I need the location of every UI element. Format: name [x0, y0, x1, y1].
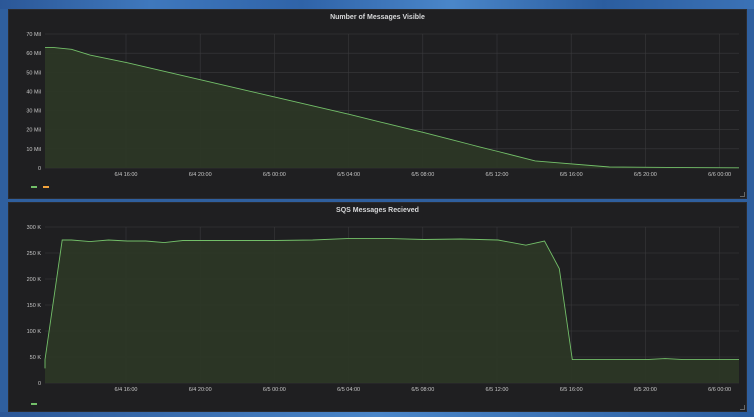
dashboard-top-strip: [0, 0, 754, 9]
x-tick-label: 6/5 04:00: [337, 387, 360, 393]
x-tick-label: 6/4 16:00: [115, 387, 138, 393]
x-tick-label: 6/5 12:00: [486, 172, 509, 178]
x-tick-label: 6/5 08:00: [411, 172, 434, 178]
y-tick-label: 50 K: [30, 355, 42, 361]
y-tick-label: 0: [38, 166, 41, 172]
x-tick-label: 6/5 12:00: [486, 387, 509, 393]
legend-swatch-series[interactable]: [43, 186, 49, 188]
x-tick-label: 6/5 16:00: [560, 387, 583, 393]
legend-swatch-series[interactable]: [31, 403, 37, 405]
y-tick-label: 250 K: [27, 251, 42, 257]
panel-sqs-messages-received[interactable]: SQS Messages Recieved 0 50 K 100 K 150 K 200…: [8, 202, 747, 412]
y-tick-label: 30 Mil: [26, 109, 41, 115]
dashboard-bottom-strip: [0, 412, 754, 417]
x-tick-label: 6/4 20:00: [189, 387, 212, 393]
series-area: [45, 47, 739, 168]
y-tick-label: 100 K: [27, 329, 42, 335]
y-tick-label: 60 Mil: [26, 51, 41, 57]
y-tick-label: 300 K: [27, 225, 42, 231]
sqs-messages-received-chart: 0 50 K 100 K 150 K 200 K 250 K 300 K 6/4 16:00 6…: [27, 225, 739, 393]
y-tick-label: 10 Mil: [26, 147, 41, 153]
x-tick-label: 6/5 08:00: [411, 387, 434, 393]
legend: [31, 186, 49, 188]
y-tick-label: 0: [38, 381, 41, 387]
y-tick-label: 40 Mil: [26, 89, 41, 95]
y-tick-label: 200 K: [27, 277, 42, 283]
legend-swatch-series[interactable]: [31, 186, 37, 188]
x-tick-label: 6/4 16:00: [115, 172, 138, 178]
x-tick-label: 6/6 00:00: [708, 387, 731, 393]
x-tick-label: 6/6 00:00: [708, 172, 731, 178]
y-tick-label: 70 Mil: [26, 32, 41, 38]
series-area: [45, 238, 739, 383]
x-tick-label: 6/5 00:00: [263, 172, 286, 178]
messages-visible-chart: 0 10 Mil 20 Mil 30 Mil 40 Mil 50 Mil 60 Mil 70 …: [26, 32, 740, 178]
x-tick-label: 6/4 20:00: [189, 172, 212, 178]
x-tick-label: 6/5 00:00: [263, 387, 286, 393]
panel-messages-visible[interactable]: Number of Messages Visible 0 10 Mil 20 Mil…: [8, 9, 747, 199]
legend: [31, 403, 37, 405]
x-tick-label: 6/5 16:00: [560, 172, 583, 178]
y-tick-label: 20 Mil: [26, 128, 41, 134]
y-tick-label: 50 Mil: [26, 70, 41, 76]
x-tick-label: 6/5 20:00: [634, 172, 657, 178]
panel-resize-handle[interactable]: [740, 192, 745, 197]
y-tick-label: 150 K: [27, 303, 42, 309]
panel-resize-handle[interactable]: [740, 405, 745, 410]
x-tick-label: 6/5 20:00: [634, 387, 657, 393]
x-tick-label: 6/5 04:00: [337, 172, 360, 178]
